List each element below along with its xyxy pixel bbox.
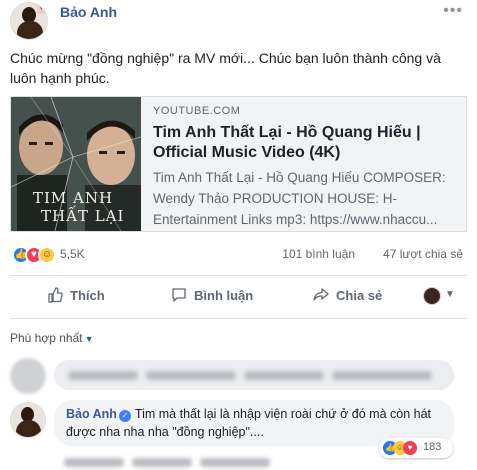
video-thumbnail[interactable]: TIM ANH THẤT LẠI [11,97,141,231]
thumbnail-title-line2: THẤT LẠI [41,207,125,225]
avatar-badge-icon: ♥ [37,5,46,14]
post-header: ♥ Bảo Anh ••• [10,2,467,40]
comment-label: Bình luận [194,288,254,303]
share-label: Chia sẻ [336,288,383,303]
avatar-body [16,420,41,437]
comment-reaction-count: 183 [423,441,442,453]
commenter-name[interactable]: Bảo Anh [66,407,117,421]
blurred-text [200,458,270,467]
like-label: Thích [70,288,105,303]
blurred-text [332,371,432,380]
comment-sort-dropdown[interactable]: Phù hợp nhất ▼ [10,331,94,345]
chevron-down-icon: ▼ [445,289,455,300]
blurred-text [146,371,236,380]
verified-badge-icon: ✓ [118,410,131,422]
like-button[interactable]: Thích [46,284,105,308]
author-avatar[interactable]: ♥ [10,2,48,40]
blurred-text [68,371,138,380]
link-description: Tim Anh Thất Lại - Hồ Quang Hiếu COMPOSE… [153,170,446,227]
blurred-comment [10,356,467,394]
divider [10,275,467,276]
link-domain: YOUTUBE.COM [153,105,241,117]
ellipsis-icon[interactable]: ••• [443,2,463,20]
comment-item: Bảo Anh ✓ Tim mà thất lại là nhập viện roà… [10,400,467,458]
reaction-icons[interactable]: 👍 ♥ ☺ [12,246,66,264]
commenter-avatar[interactable] [10,402,46,438]
love-icon: ♥ [403,441,417,455]
page-avatar [423,287,441,305]
blurred-comment-bubble [54,360,454,390]
blurred-avatar [10,358,46,394]
haha-icon: ☺ [38,246,56,264]
post-text: Chúc mừng "đồng nghiệp" ra MV mới... Chú… [10,50,441,86]
chevron-down-icon: ▼ [84,334,94,344]
share-button[interactable]: Chia sẻ [312,284,382,308]
comments-count[interactable]: 101 bình luận [282,247,355,261]
share-icon [312,284,330,308]
link-title[interactable]: Tim Anh Thất Lại - Hồ Quang Hiếu | Offic… [153,123,463,163]
action-bar: Thích Bình luận Chia sẻ ▼ [10,280,467,312]
blurred-text [244,371,324,380]
thumbs-up-icon [46,284,64,308]
author-name[interactable]: Bảo Anh [60,4,117,20]
thumbnail-title-line1: TIM ANH [33,189,114,207]
sort-label: Phù hợp nhất [10,331,83,345]
post-as-selector[interactable]: ▼ [423,286,457,306]
avatar-body [17,21,43,39]
link-preview-card[interactable]: TIM ANH THẤT LẠI YOUTUBE.COM Tim Anh Thấ… [10,96,467,232]
blurred-text [132,458,192,467]
link-info: YOUTUBE.COM Tim Anh Thất Lại - Hồ Quang … [153,105,463,230]
reaction-count[interactable]: 5,5K [60,247,85,261]
reactions-summary: 👍 ♥ ☺ 5,5K 101 bình luận 47 lượt chia sẻ [10,244,467,266]
divider [10,318,467,319]
shares-count[interactable]: 47 lượt chia sẻ [383,247,463,261]
comment-reactions[interactable]: 👍 ☺ ♥ 183 [379,438,453,458]
blurred-text [64,458,124,467]
comment-button[interactable]: Bình luận [170,284,253,308]
comment-icon [170,284,188,308]
